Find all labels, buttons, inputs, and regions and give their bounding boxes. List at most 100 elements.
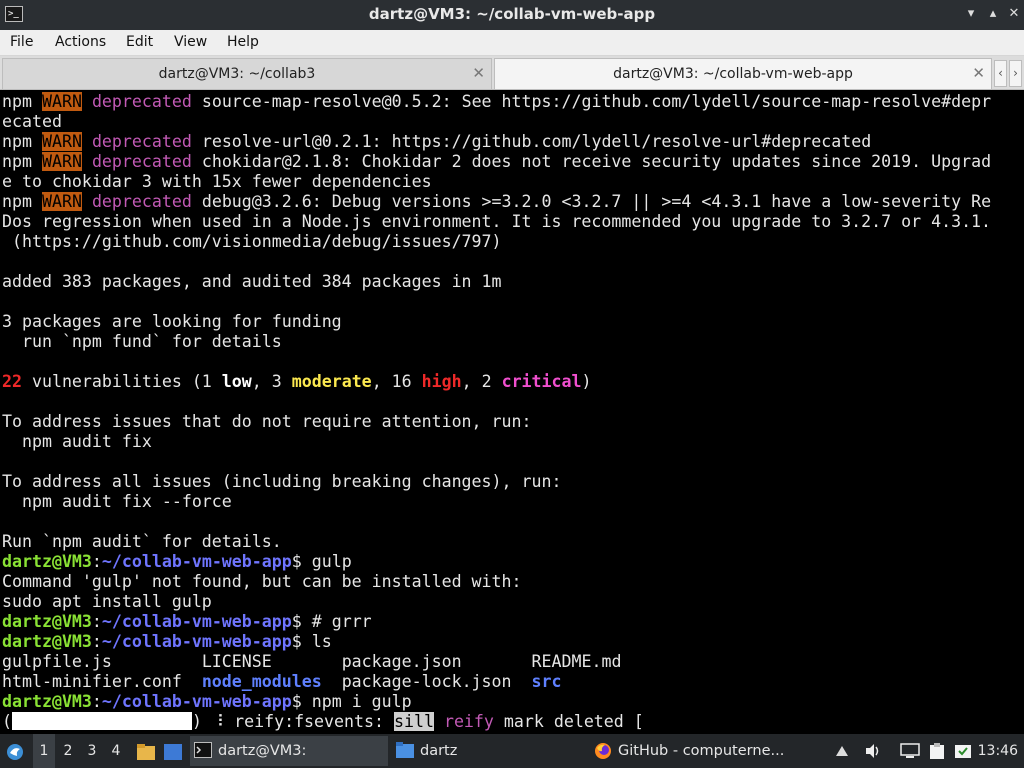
network-icon[interactable] bbox=[900, 743, 920, 759]
terminal-scrollbar[interactable] bbox=[998, 90, 1024, 734]
terminal-line: Dos regression when used in a Node.js en… bbox=[2, 212, 992, 231]
ls-entry: LICENSE bbox=[201, 652, 342, 671]
tray-arrow-icon[interactable] bbox=[834, 743, 850, 759]
tab-scroll-right-button[interactable]: › bbox=[1009, 60, 1022, 87]
deprecated-label: deprecated bbox=[91, 92, 192, 111]
line-text: ) bbox=[581, 372, 592, 391]
tab-label: dartz@VM3: ~/collab3 bbox=[158, 66, 316, 82]
line-text: , 3 bbox=[251, 372, 292, 391]
line-text: vulnerabilities (1 bbox=[21, 372, 222, 391]
line-text: ) ⠸ reify:fsevents: bbox=[192, 712, 394, 731]
prompt-path: ~/collab-vm-web-app bbox=[101, 612, 292, 631]
deprecated-label: deprecated bbox=[91, 152, 192, 171]
tab-collab3[interactable]: dartz@VM3: ~/collab3 ✕ bbox=[2, 58, 492, 89]
line-text: ( bbox=[2, 712, 12, 731]
tab-close-icon[interactable]: ✕ bbox=[972, 64, 985, 82]
terminal-line: 3 packages are looking for funding bbox=[2, 312, 342, 331]
warn-badge: WARN bbox=[41, 192, 82, 211]
command-text: $ gulp bbox=[291, 552, 352, 571]
prompt-user: dartz@VM3 bbox=[2, 612, 92, 631]
minimize-button[interactable]: ▾ bbox=[962, 5, 980, 23]
command-text: $ # grrr bbox=[291, 612, 372, 631]
prompt-line: dartz@VM3:~/collab-vm-web-app$ gulp bbox=[2, 552, 352, 571]
prompt-line: dartz@VM3:~/collab-vm-web-app$ ls bbox=[2, 632, 332, 651]
show-desktop-icon[interactable] bbox=[163, 743, 183, 761]
taskbar-item-terminal[interactable]: dartz@VM3: ~/collab-... bbox=[190, 736, 388, 766]
taskbar-item-file-manager[interactable]: dartz bbox=[392, 736, 582, 766]
folder-icon bbox=[396, 742, 414, 758]
clock[interactable]: 13:46 bbox=[978, 734, 1018, 768]
line-text: debug@3.2.6: Debug versions >=3.2.0 <3.2… bbox=[191, 192, 992, 211]
command-text: $ npm i gulp bbox=[291, 692, 412, 711]
maximize-button[interactable]: ▴ bbox=[984, 5, 1002, 23]
vuln-count: 22 bbox=[2, 372, 22, 391]
low-label: low bbox=[221, 372, 252, 391]
prompt-user: dartz@VM3 bbox=[2, 552, 92, 571]
tab-collab-vm-web-app[interactable]: dartz@VM3: ~/collab-vm-web-app ✕ bbox=[494, 58, 992, 89]
ls-entry: html-minifier.conf bbox=[2, 672, 202, 691]
terminal-line: To address issues that do not require at… bbox=[2, 412, 532, 431]
prompt-user: dartz@VM3 bbox=[2, 692, 92, 711]
warn-badge: WARN bbox=[41, 92, 82, 111]
warn-badge: WARN bbox=[41, 152, 82, 171]
close-window-button[interactable]: ✕ bbox=[1005, 5, 1023, 23]
terminal-line: npm WARN deprecated source-map-resolve@0… bbox=[2, 92, 992, 111]
tab-close-icon[interactable]: ✕ bbox=[472, 64, 485, 82]
reify-label: reify bbox=[443, 712, 494, 731]
prompt-path: ~/collab-vm-web-app bbox=[101, 552, 292, 571]
updates-icon[interactable] bbox=[954, 743, 972, 759]
workspace-2[interactable]: 2 bbox=[57, 734, 79, 768]
window-title: dartz@VM3: ~/collab-vm-web-app bbox=[368, 5, 656, 23]
prompt-path: ~/collab-vm-web-app bbox=[101, 692, 292, 711]
terminal-line: (https://github.com/visionmedia/debug/is… bbox=[2, 232, 502, 251]
command-text: $ ls bbox=[291, 632, 332, 651]
terminal-line: npm WARN deprecated debug@3.2.6: Debug v… bbox=[2, 192, 992, 211]
line-text: resolve-url@0.2.1: https://github.com/ly… bbox=[191, 132, 872, 151]
high-label: high bbox=[421, 372, 462, 391]
workspace-1[interactable]: 1 bbox=[33, 734, 55, 768]
terminal-line: e to chokidar 3 with 15x fewer dependenc… bbox=[2, 172, 432, 191]
taskbar-item-firefox[interactable]: GitHub - computerne... bbox=[590, 736, 790, 766]
npm-progress-line: () ⠸ reify:fsevents: sill reify mark del… bbox=[2, 712, 998, 732]
ls-entry: package-lock.json bbox=[341, 672, 532, 691]
deprecated-label: deprecated bbox=[91, 192, 192, 211]
warn-badge: WARN bbox=[41, 132, 82, 151]
prompt-user: dartz@VM3 bbox=[2, 632, 92, 651]
menu-edit[interactable]: Edit bbox=[126, 34, 153, 50]
critical-label: critical bbox=[501, 372, 582, 391]
terminal-icon bbox=[194, 742, 212, 758]
terminal-line: added 383 packages, and audited 384 pack… bbox=[2, 272, 502, 291]
task-label: dartz@VM3: ~/collab-... bbox=[218, 743, 307, 759]
workspace-4[interactable]: 4 bbox=[105, 734, 127, 768]
ls-output-line: gulpfile.js LICENSE package.json README.… bbox=[2, 652, 998, 672]
file-manager-icon[interactable] bbox=[136, 743, 156, 761]
terminal-line: npm audit fix --force bbox=[2, 492, 232, 511]
terminal-line: npm WARN deprecated resolve-url@0.2.1: h… bbox=[2, 132, 872, 151]
prompt-path: ~/collab-vm-web-app bbox=[101, 632, 292, 651]
prompt-line: dartz@VM3:~/collab-vm-web-app$ npm i gul… bbox=[2, 692, 412, 711]
menu-help[interactable]: Help bbox=[227, 34, 259, 50]
menu-actions[interactable]: Actions bbox=[55, 34, 106, 50]
workspace-3[interactable]: 3 bbox=[81, 734, 103, 768]
ls-entry: README.md bbox=[531, 652, 622, 671]
menu-view[interactable]: View bbox=[174, 34, 207, 50]
volume-icon[interactable] bbox=[864, 743, 882, 759]
start-menu-icon[interactable] bbox=[5, 742, 25, 762]
terminal-line: run `npm fund` for details bbox=[2, 332, 282, 351]
moderate-label: moderate bbox=[291, 372, 372, 391]
terminal-line: ecated bbox=[2, 112, 62, 131]
clipboard-icon[interactable] bbox=[928, 742, 946, 760]
terminal-line: Run `npm audit` for details. bbox=[2, 532, 282, 551]
taskbar: 1 2 3 4 dartz@VM3: ~/collab-... dartz Gi… bbox=[0, 734, 1024, 768]
menu-file[interactable]: File bbox=[10, 34, 33, 50]
terminal-line: npm audit fix bbox=[2, 432, 152, 451]
terminal-line: To address all issues (including breakin… bbox=[2, 472, 562, 491]
task-label: dartz bbox=[420, 743, 458, 759]
tab-scroll-left-button[interactable]: ‹ bbox=[994, 60, 1007, 87]
terminal-output[interactable]: npm WARN deprecated source-map-resolve@0… bbox=[0, 90, 1024, 734]
line-text: , 2 bbox=[461, 372, 502, 391]
